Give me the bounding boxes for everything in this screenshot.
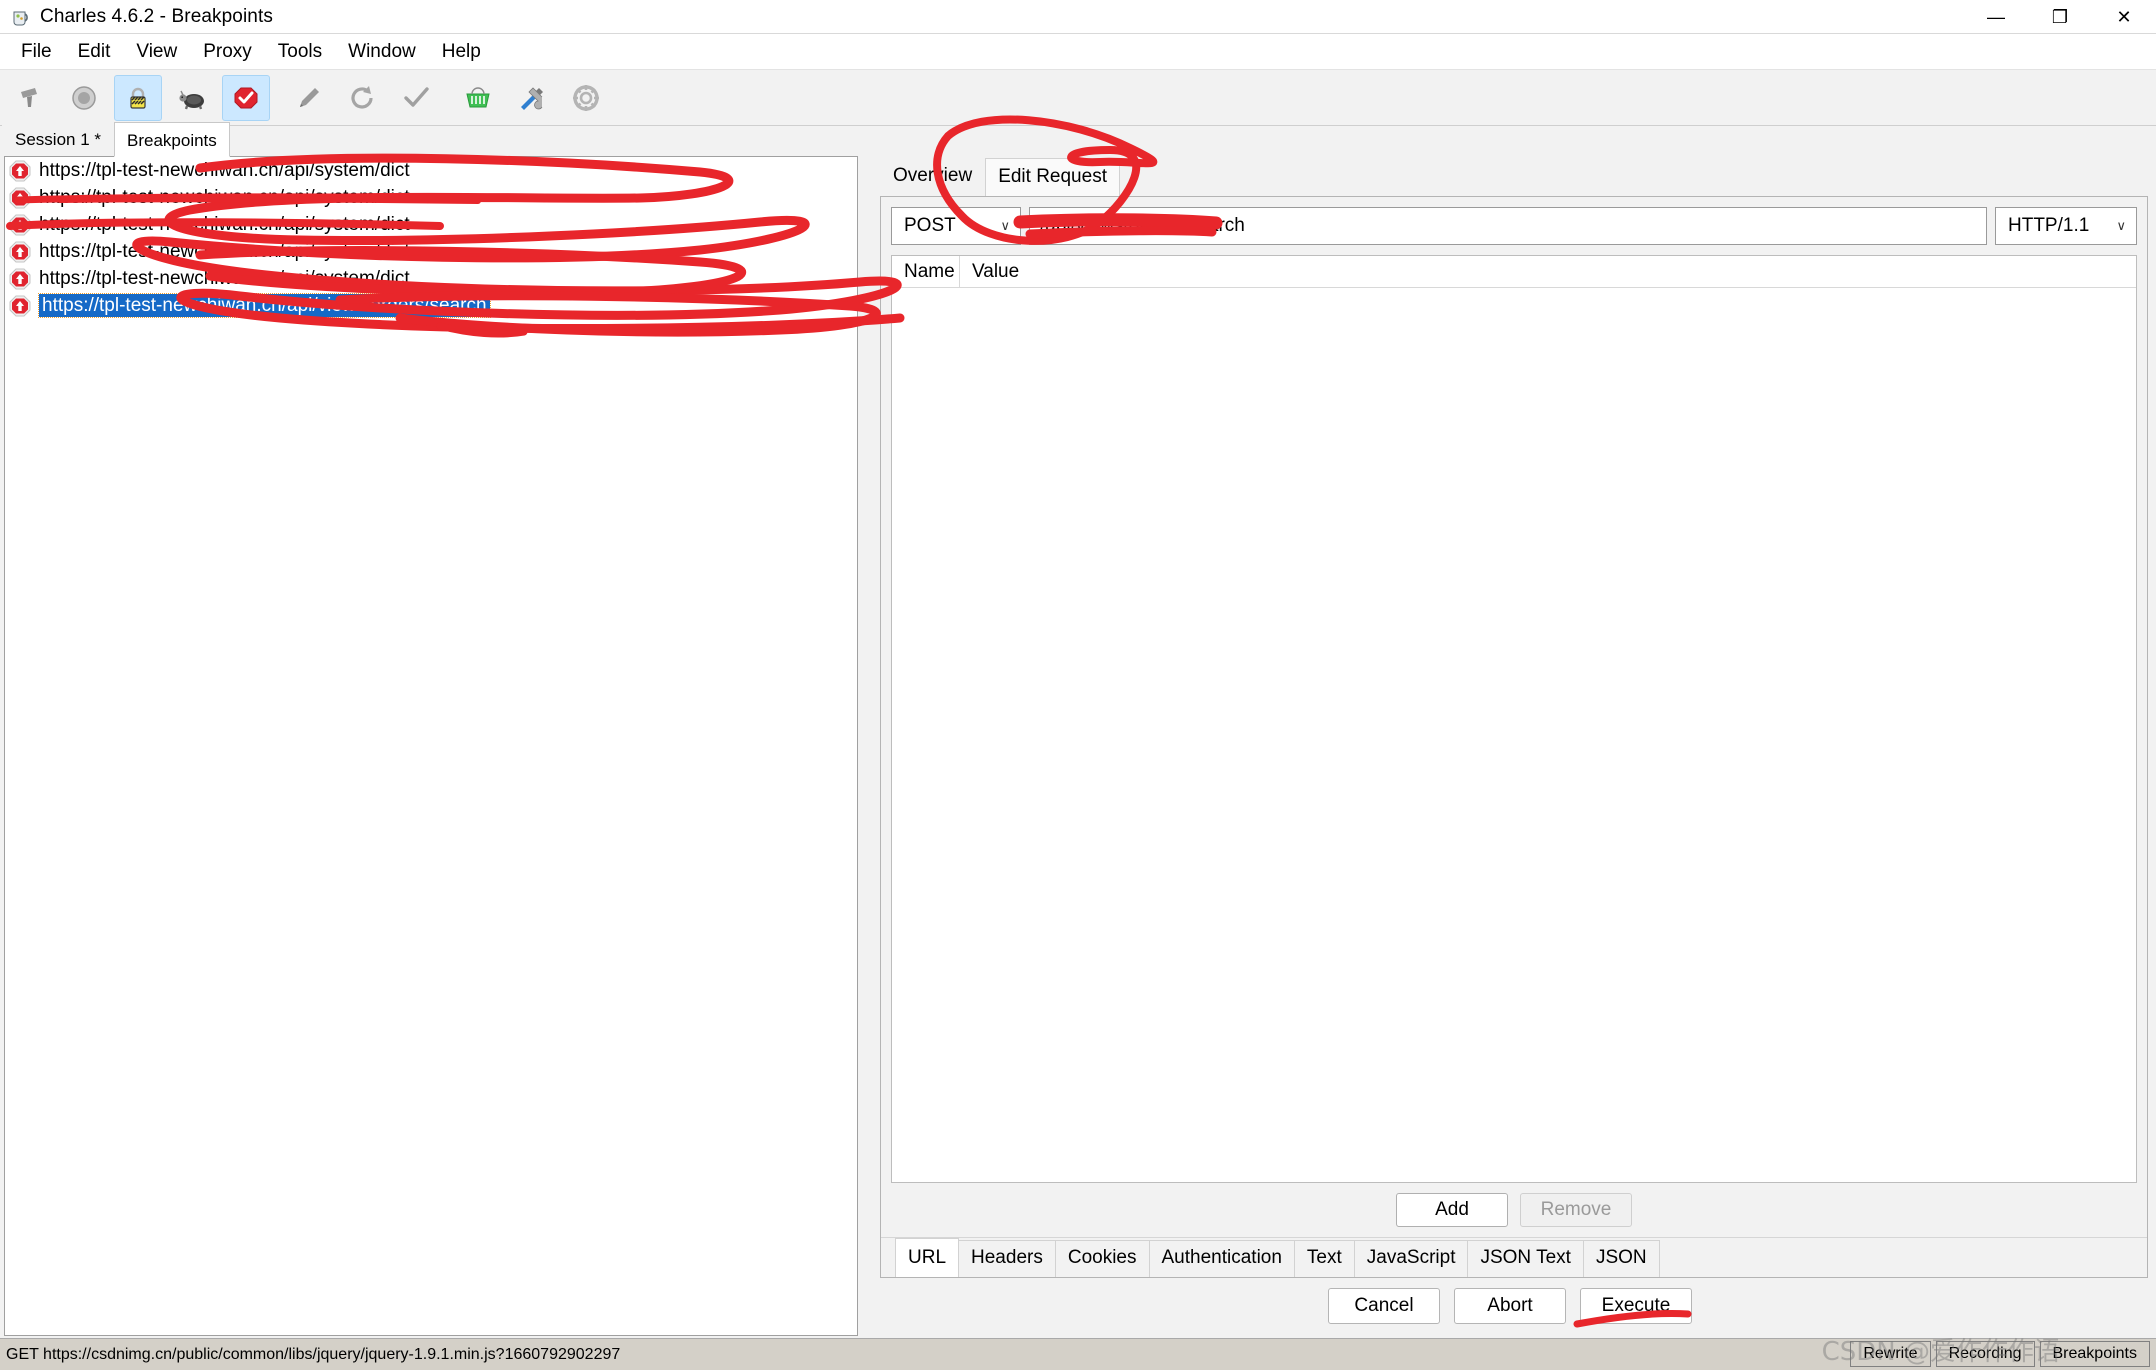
menu-view[interactable]: View (123, 38, 190, 65)
pane-splitter[interactable] (858, 156, 868, 1336)
ssl-proxying-lock-icon[interactable] (114, 74, 162, 121)
tab-headers[interactable]: Headers (958, 1240, 1056, 1277)
action-buttons: Cancel Abort Execute (868, 1278, 2152, 1336)
breakpoints-stop-icon[interactable] (222, 74, 270, 121)
remove-button: Remove (1520, 1193, 1632, 1227)
list-item[interactable]: https://tpl-test-newchiwan.cn/api/system… (5, 157, 857, 184)
breakpoint-list-pane[interactable]: https://tpl-test-newchiwan.cn/api/system… (4, 156, 858, 1336)
breakpoint-up-arrow-icon (9, 295, 31, 317)
format-tab-strip: URL Headers Cookies Authentication Text … (881, 1237, 2147, 1277)
list-item-selected[interactable]: https://tpl-test-newchiwan.cn/api/views/… (5, 292, 857, 319)
validate-check-icon[interactable] (392, 75, 440, 121)
tab-url[interactable]: URL (895, 1238, 960, 1277)
add-button[interactable]: Add (1396, 1193, 1508, 1227)
menu-edit[interactable]: Edit (65, 38, 124, 65)
breakpoint-up-arrow-icon (9, 268, 31, 290)
compose-pen-icon[interactable] (284, 75, 332, 121)
tab-breakpoints[interactable]: Breakpoints (114, 122, 230, 157)
protocol-select[interactable]: HTTP/1.1 ∨ (1995, 207, 2137, 245)
method-select[interactable]: POST ∨ (891, 207, 1021, 245)
breakpoint-up-arrow-icon (9, 187, 31, 209)
tab-cookies[interactable]: Cookies (1054, 1240, 1150, 1277)
window-title: Charles 4.6.2 - Breakpoints (40, 5, 273, 27)
tab-json-text[interactable]: JSON Text (1467, 1240, 1584, 1277)
menu-tools[interactable]: Tools (265, 38, 335, 65)
protocol-value: HTTP/1.1 (2008, 215, 2090, 236)
status-message: GET https://csdnimg.cn/public/common/lib… (6, 1345, 621, 1363)
settings-gear-icon[interactable] (562, 75, 610, 121)
list-item-url: https://tpl-test-newchiwan.cn/api/views/… (38, 293, 491, 318)
tab-javascript[interactable]: JavaScript (1353, 1240, 1469, 1277)
record-icon[interactable] (60, 75, 108, 121)
tab-text[interactable]: Text (1293, 1240, 1355, 1277)
url-value: /api/views/orders/search (1040, 215, 1245, 236)
detail-tab-strip: Overview Edit Request (868, 156, 2152, 197)
list-item[interactable]: https://tpl-test-newchiwan.cn/api/system… (5, 211, 857, 238)
clear-session-icon[interactable] (6, 75, 54, 121)
recording-status-button[interactable]: Recording (1935, 1341, 2035, 1367)
tab-edit-request[interactable]: Edit Request (985, 158, 1120, 197)
url-input[interactable]: /api/views/orders/search (1029, 207, 1987, 245)
restore-button[interactable]: ❐ (2028, 0, 2092, 34)
breakpoints-status-button[interactable]: Breakpoints (2039, 1341, 2150, 1367)
close-button[interactable]: ✕ (2092, 0, 2156, 34)
tab-overview[interactable]: Overview (880, 157, 985, 196)
throttle-turtle-icon[interactable] (168, 75, 216, 121)
chevron-down-icon: ∨ (2116, 218, 2126, 233)
menu-bar: File Edit View Proxy Tools Window Help (0, 34, 2156, 70)
edit-request-card: POST ∨ /api/views/orders/search HTTP/1.1… (880, 196, 2148, 1278)
breakpoint-up-arrow-icon (9, 241, 31, 263)
list-item[interactable]: https://tpl-test-newchiwan.cn/api/system… (5, 238, 857, 265)
menu-help[interactable]: Help (429, 38, 494, 65)
parameter-table[interactable]: Name Value (891, 255, 2137, 1183)
request-line: POST ∨ /api/views/orders/search HTTP/1.1… (881, 197, 2147, 255)
request-editor-pane: Overview Edit Request POST ∨ /api/views/… (868, 156, 2152, 1336)
column-header-value: Value (972, 260, 1020, 282)
cancel-button[interactable]: Cancel (1328, 1288, 1440, 1324)
session-tab-strip: Session 1 * Breakpoints (0, 122, 2156, 157)
list-item-url: https://tpl-test-newchiwan.cn/api/system… (39, 214, 410, 235)
tab-json[interactable]: JSON (1582, 1240, 1660, 1277)
list-item-url: https://tpl-test-newchiwan.cn/api/system… (39, 160, 410, 181)
execute-button[interactable]: Execute (1580, 1288, 1692, 1324)
tab-session-1[interactable]: Session 1 * (2, 125, 114, 156)
status-bar: GET https://csdnimg.cn/public/common/lib… (0, 1338, 2156, 1370)
abort-button[interactable]: Abort (1454, 1288, 1566, 1324)
list-item[interactable]: https://tpl-test-newchiwan.cn/api/system… (5, 184, 857, 211)
tools-icon[interactable] (508, 75, 556, 121)
breakpoint-up-arrow-icon (9, 160, 31, 182)
title-bar: Charles 4.6.2 - Breakpoints — ❐ ✕ (0, 0, 2156, 34)
list-item[interactable]: https://tpl-test-newchiwan.cn/api/system… (5, 265, 857, 292)
parameter-table-body[interactable] (892, 288, 2136, 1182)
list-item-url: https://tpl-test-newchiwan.cn/api/system… (39, 241, 410, 262)
parameter-buttons: Add Remove (881, 1183, 2147, 1237)
parameter-table-header: Name Value (892, 256, 2136, 288)
charles-jug-icon (10, 6, 32, 28)
minimize-button[interactable]: — (1964, 0, 2028, 34)
charles-window: Charles 4.6.2 - Breakpoints — ❐ ✕ File E… (0, 0, 2156, 1370)
menu-window[interactable]: Window (335, 38, 429, 65)
chevron-down-icon: ∨ (1000, 218, 1010, 233)
rewrite-status-button[interactable]: Rewrite (1850, 1341, 1931, 1367)
toolbar (0, 70, 2156, 126)
tab-authentication[interactable]: Authentication (1148, 1240, 1295, 1277)
column-header-name: Name (892, 256, 960, 287)
list-item-url: https://tpl-test-newchiwan.cn/api/system… (39, 187, 410, 208)
menu-file[interactable]: File (8, 38, 65, 65)
list-item-url: https://tpl-test-newchiwan.cn/api/system… (39, 268, 410, 289)
method-value: POST (904, 215, 956, 236)
repeat-refresh-icon[interactable] (338, 75, 386, 121)
menu-proxy[interactable]: Proxy (190, 38, 265, 65)
basket-icon[interactable] (454, 75, 502, 121)
breakpoint-up-arrow-icon (9, 214, 31, 236)
status-bar-buttons: Rewrite Recording Breakpoints (1850, 1341, 2150, 1367)
body-split: https://tpl-test-newchiwan.cn/api/system… (0, 156, 2156, 1338)
window-controls: — ❐ ✕ (1964, 0, 2156, 34)
